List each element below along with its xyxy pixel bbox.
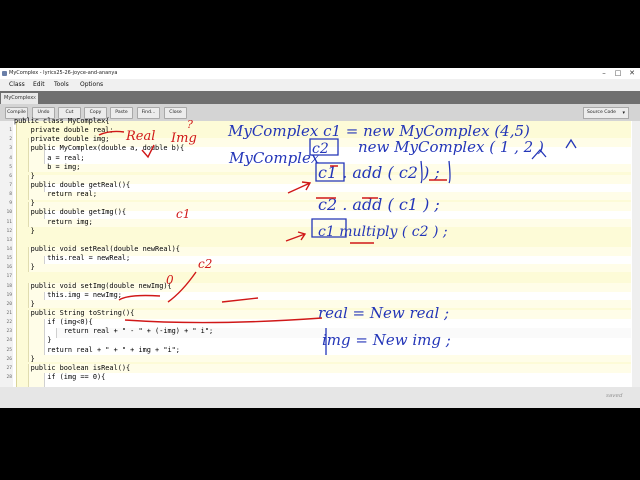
blue-ink: MyComplex c1 = new MyComplex (4,5) MyCom… (227, 122, 544, 349)
ink-annotations: MyComplex c1 = new MyComplex (4,5) MyCom… (98, 118, 577, 355)
annotation-img-assign: img = New img ; (322, 331, 451, 349)
arrow-mult (285, 231, 307, 242)
annotation-real-assign: real = New real ; (318, 304, 449, 322)
annotation-line2a: MyComplex (228, 149, 320, 167)
arrow-up-2 (565, 138, 577, 149)
annotation-margin-c2: c2 (198, 257, 212, 271)
annotation-add2: c2 . add ( c1 ) ; (318, 195, 440, 214)
arrow-add1 (287, 181, 312, 194)
annotation-margin-img: Img (170, 131, 197, 146)
annotation-margin-c1: c1 (176, 207, 190, 221)
annotation-margin-q: ? (187, 118, 193, 131)
stroke-margin-2 (141, 144, 155, 159)
annotation-margin-zero: 0 (166, 273, 174, 287)
arrow-line-real (124, 317, 323, 324)
stroke-dash (221, 297, 259, 303)
annotation-margin-real: Real (125, 129, 155, 144)
annotation-line2c: new MyComplex ( 1 , 2 ) (358, 138, 544, 156)
red-ink: Real Img ? c1 c2 0 (125, 118, 212, 287)
underline-newimg (118, 294, 161, 301)
stroke-margin-1 (98, 130, 125, 136)
